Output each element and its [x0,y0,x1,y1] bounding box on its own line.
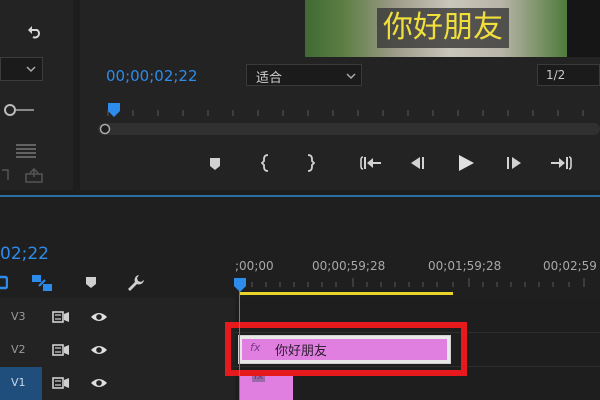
clip-v2[interactable]: fx 你好朋友 [238,335,451,364]
go-to-in-icon[interactable] [360,155,382,171]
import-icon[interactable] [0,168,10,184]
eye-icon[interactable] [90,343,108,357]
timeline-playhead-line[interactable] [239,280,240,400]
fx-badge: fx [250,341,261,354]
add-marker-icon[interactable] [208,156,222,172]
fit-select[interactable]: 适合 [246,64,362,86]
preview-caption: 你好朋友 [377,8,509,48]
timeline-ruler[interactable]: ;00;00 00;00;59;28 00;01;59;28 00;02;59 [235,255,600,295]
sync-lock-icon[interactable] [52,376,70,390]
track-label: V1 [11,376,26,389]
play-icon[interactable] [456,153,476,173]
source-dropdown[interactable] [0,57,43,81]
go-to-out-icon[interactable] [550,155,572,171]
chevron-down-icon [26,65,36,73]
step-forward-icon[interactable] [505,155,523,171]
work-area-bar[interactable] [240,292,453,295]
track-label: V3 [11,310,26,323]
track-label: V2 [11,343,26,356]
list-icon[interactable] [16,143,36,159]
wrench-icon[interactable] [126,273,146,293]
chevron-down-icon [346,72,356,80]
clip-v2-label: 你好朋友 [275,344,328,359]
fit-select-value: 适合 [256,71,283,86]
linked-selection-icon[interactable] [31,274,53,292]
timeline-playhead-icon[interactable] [233,277,247,293]
mark-out-icon[interactable] [305,154,315,172]
export-icon[interactable] [24,168,44,184]
monitor-zoom-bar[interactable] [98,123,600,135]
ruler-label: ;00;00 [235,259,274,273]
sync-lock-icon[interactable] [52,343,70,357]
undo-icon[interactable] [26,24,44,42]
timeline-timecode[interactable]: 02;22 [0,244,49,264]
timeline-marker-icon[interactable] [85,276,97,290]
clip-v2-body: fx 你好朋友 [242,339,447,360]
zoom-bar-handle-icon[interactable] [99,123,111,135]
mark-in-icon[interactable] [261,154,271,172]
eye-icon[interactable] [90,310,108,324]
ruler-label: 00;00;59;28 [312,259,386,273]
track-v1[interactable]: V1 [0,367,235,400]
eye-icon[interactable] [90,376,108,390]
monitor-right-strip [567,0,600,57]
slider-handle-icon[interactable] [3,103,35,117]
ruler-label: 00;01;59;28 [428,259,502,273]
monitor-playhead-icon[interactable] [107,102,121,118]
monitor-ruler[interactable] [98,100,600,116]
track-v3[interactable]: V3 [0,301,235,333]
ruler-label: 00;02;59 [543,259,597,273]
video-preview: 你好朋友 [305,0,567,57]
snap-icon[interactable] [0,274,8,290]
program-timecode[interactable]: 00;00;02;22 [106,67,198,85]
step-back-icon[interactable] [409,155,427,171]
sync-lock-icon[interactable] [52,310,70,324]
resolution-select-value: 1/2 [546,68,566,82]
resolution-select[interactable]: 1/2 [537,64,600,86]
track-v2[interactable]: V2 [0,334,235,366]
